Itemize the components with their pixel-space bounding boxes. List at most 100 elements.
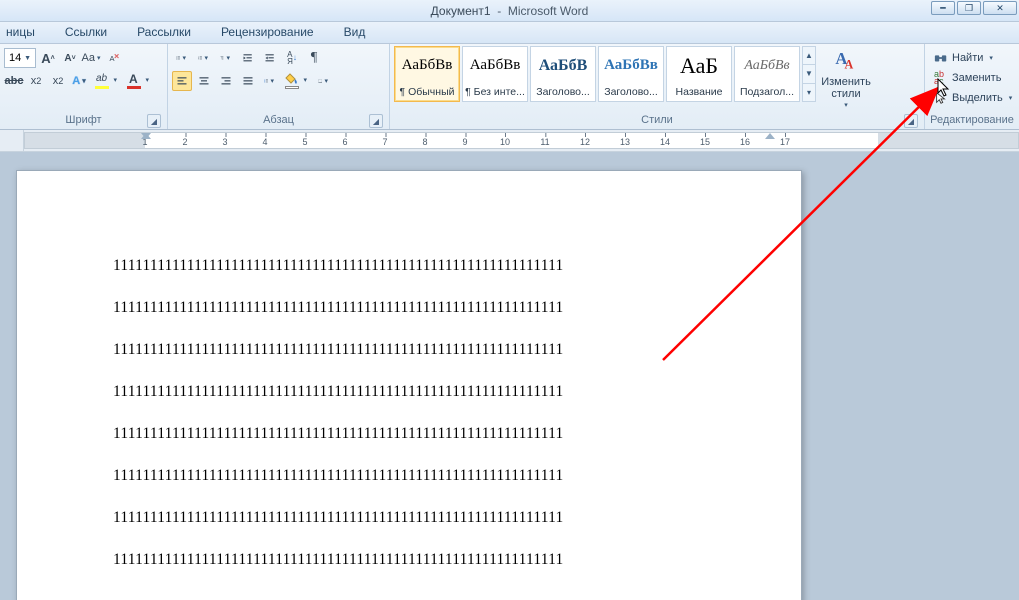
style-item[interactable]: АаБбВвПодзагол... [734,46,800,102]
style-item[interactable]: АаБбВв¶ Обычный [394,46,460,102]
style-name: Подзагол... [735,84,799,101]
align-center-button[interactable] [194,71,214,91]
text-line[interactable]: 1111111111111111111111111111111111111111… [113,383,725,401]
style-name: Заголово... [531,84,595,101]
horizontal-ruler[interactable]: 1234567891011121314151617 [24,132,1019,149]
tab-ницы[interactable]: ницы [4,22,37,43]
maximize-button[interactable]: ❐ [957,1,981,15]
font-color-button[interactable]: A ▾ [124,71,144,91]
align-right-button[interactable] [216,71,236,91]
svg-text:A: A [110,54,115,63]
text-effects-button[interactable]: A▾ [70,71,90,91]
font-size-value: 14 [9,52,21,64]
select-button[interactable]: Выделить▾ [929,88,1019,108]
shrink-font-button[interactable]: A˅ [60,48,80,68]
change-case-button[interactable]: Aa▾ [82,48,102,68]
ruler-tick: 6 [342,137,347,147]
decrease-indent-button[interactable] [238,48,258,68]
window-controls: ━ ❐ ✕ [931,1,1017,15]
highlight-button[interactable]: ab ▾ [92,71,112,91]
borders-button[interactable]: ▾ [314,71,334,91]
paragraph-group-label: Абзац ◢ [172,112,385,129]
ruler-tick: 17 [780,137,790,147]
workspace: 1111111111111111111111111111111111111111… [0,152,1019,600]
gallery-scroll-up[interactable]: ▲ [803,47,815,65]
ruler-tick: 12 [580,137,590,147]
text-line[interactable]: 1111111111111111111111111111111111111111… [113,257,725,275]
gallery-scroll: ▲ ▼ ▾ [802,46,816,102]
text-line[interactable]: 1111111111111111111111111111111111111111… [113,425,725,443]
line-spacing-button[interactable]: ▾ [260,71,280,91]
ruler-tick: 3 [222,137,227,147]
bullets-button[interactable]: ▾ [172,48,192,68]
styles-dialog-launcher[interactable]: ◢ [904,114,918,128]
minimize-button[interactable]: ━ [931,1,955,15]
font-size-combo[interactable]: 14 ▼ [4,48,36,68]
clear-formatting-button[interactable]: A [104,48,124,68]
document-page[interactable]: 1111111111111111111111111111111111111111… [16,170,802,600]
style-preview: АаБбВв [395,47,459,84]
ruler-corner[interactable] [0,130,24,151]
find-label: Найти [952,52,983,64]
subscript-button[interactable]: x2 [26,71,46,91]
align-left-button[interactable] [172,71,192,91]
ribbon-tabs: ницы Ссылки Рассылки Рецензирование Вид [0,22,1019,44]
font-dialog-launcher[interactable]: ◢ [147,114,161,128]
replace-button[interactable]: abac Заменить [929,68,1006,88]
tab-Ссылки[interactable]: Ссылки [63,22,109,43]
close-button[interactable]: ✕ [983,1,1017,15]
ruler-tick: 16 [740,137,750,147]
style-preview: АаБбВ [531,47,595,84]
cursor-icon [934,91,948,105]
right-indent-marker[interactable] [765,133,775,139]
change-styles-button[interactable]: A A Изменить стили ▾ [818,46,874,112]
text-line[interactable]: 1111111111111111111111111111111111111111… [113,551,725,569]
replace-label: Заменить [952,72,1001,84]
justify-button[interactable] [238,71,258,91]
shading-button[interactable]: ▾ [282,71,302,91]
app-name: Microsoft Word [508,4,588,18]
show-marks-button[interactable]: ¶ [304,48,324,68]
style-name: ¶ Обычный [395,84,459,101]
ruler-tick: 14 [660,137,670,147]
text-line[interactable]: 1111111111111111111111111111111111111111… [113,299,725,317]
find-button[interactable]: Найти▾ [929,48,1000,68]
ruler-tick: 5 [302,137,307,147]
superscript-button[interactable]: x2 [48,71,68,91]
ruler-tick: 10 [500,137,510,147]
ruler-tick: 11 [540,137,549,147]
hanging-indent-marker[interactable] [141,133,151,148]
paragraph-group: ▾ 123▾ ▾ А Я↓ ¶ ▾ ▾ ▾ [168,44,390,129]
titlebar: Документ1 - Microsoft Word ━ ❐ ✕ [0,0,1019,22]
font-group-label: Шрифт ◢ [4,112,163,129]
multilevel-list-button[interactable]: ▾ [216,48,236,68]
ruler-tick: 4 [262,137,267,147]
text-line[interactable]: 1111111111111111111111111111111111111111… [113,341,725,359]
styles-group: АаБбВв¶ ОбычныйАаБбВв¶ Без инте...АаБбВЗ… [390,44,925,129]
style-item[interactable]: АаБбВвЗаголово... [598,46,664,102]
style-item[interactable]: АаБбВв¶ Без инте... [462,46,528,102]
font-group: 14 ▼ A˄ A˅ Aa▾ A abc x2 x2 A▾ ab ▾ [0,44,168,129]
window-title: Документ1 - Microsoft Word [431,4,589,18]
increase-indent-button[interactable] [260,48,280,68]
editing-group: Найти▾ abac Заменить Выделить▾ Редактиро… [925,44,1019,129]
text-line[interactable]: 1111111111111111111111111111111111111111… [113,509,725,527]
grow-font-button[interactable]: A˄ [38,48,58,68]
tab-Рассылки[interactable]: Рассылки [135,22,193,43]
style-item[interactable]: АаБбВЗаголово... [530,46,596,102]
ruler-tick: 7 [382,137,387,147]
paragraph-dialog-launcher[interactable]: ◢ [369,114,383,128]
numbering-button[interactable]: 123▾ [194,48,214,68]
sort-button[interactable]: А Я↓ [282,48,302,68]
gallery-scroll-down[interactable]: ▼ [803,65,815,83]
style-name: ¶ Без инте... [463,84,527,101]
strikethrough-button[interactable]: abc [4,71,24,91]
select-label: Выделить [952,92,1003,104]
style-item[interactable]: АаБНазвание [666,46,732,102]
tab-Вид[interactable]: Вид [342,22,368,43]
style-preview: АаБбВв [735,47,799,84]
tab-Рецензирование[interactable]: Рецензирование [219,22,316,43]
ruler-tick: 2 [182,137,187,147]
text-line[interactable]: 1111111111111111111111111111111111111111… [113,467,725,485]
gallery-expand[interactable]: ▾ [803,84,815,101]
